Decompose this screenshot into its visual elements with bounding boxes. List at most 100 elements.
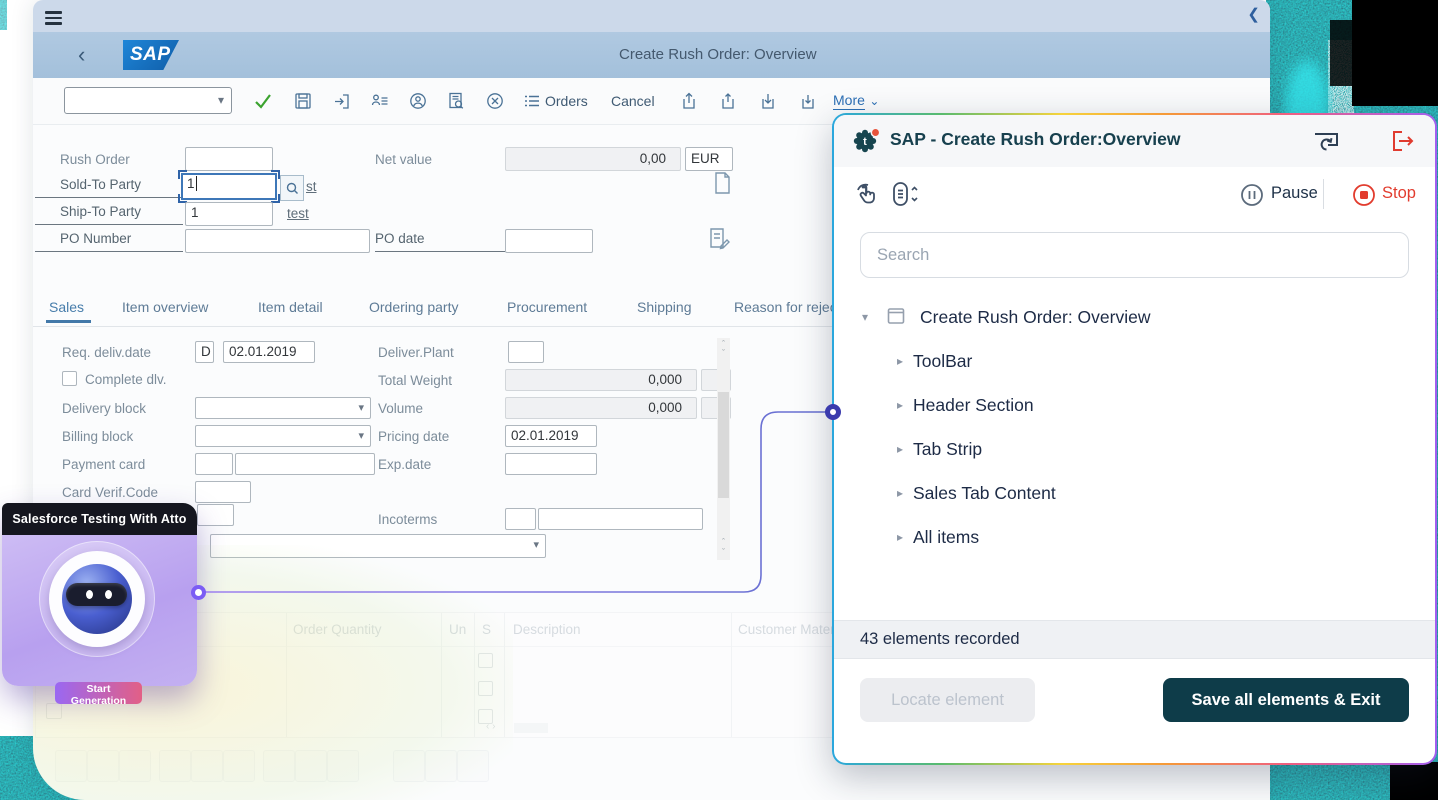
hscroll-left-icon[interactable]: ‹ › bbox=[486, 721, 495, 732]
s-cell-checkbox[interactable] bbox=[478, 681, 493, 696]
pause-icon[interactable] bbox=[1240, 183, 1264, 212]
tree-item-all-items[interactable]: ▸ All items bbox=[834, 521, 1435, 557]
cancel-button[interactable]: Cancel bbox=[611, 93, 655, 109]
sold-to-input[interactable]: 1 bbox=[181, 173, 277, 200]
ghost-toolbar-icon[interactable] bbox=[191, 750, 223, 782]
caret-right-icon[interactable]: ▸ bbox=[897, 442, 903, 456]
delivery-block-select[interactable]: ▾ bbox=[195, 397, 371, 419]
copy-page-icon[interactable] bbox=[711, 170, 733, 203]
share-up-alt-icon[interactable] bbox=[715, 88, 741, 114]
tree-root-row[interactable]: ▾ Create Rush Order: Overview bbox=[834, 301, 1435, 337]
payment-card-number-input[interactable] bbox=[235, 453, 375, 475]
command-combobox[interactable]: ▾ bbox=[64, 87, 232, 114]
robot-eye bbox=[86, 590, 93, 599]
ghost-toolbar-icon[interactable] bbox=[55, 750, 87, 782]
po-number-input[interactable] bbox=[185, 229, 370, 253]
ghost-toolbar-icon[interactable] bbox=[263, 750, 295, 782]
pricing-date-input[interactable]: 02.01.2019 bbox=[505, 425, 597, 447]
chevron-up-icon[interactable]: ˆ bbox=[717, 538, 730, 547]
rush-order-input[interactable] bbox=[185, 147, 273, 171]
po-number-label[interactable]: PO Number bbox=[35, 231, 183, 252]
tree-item-toolbar[interactable]: ▸ ToolBar bbox=[834, 345, 1435, 381]
notes-icon[interactable] bbox=[707, 226, 731, 257]
ghost-toolbar-icon[interactable] bbox=[295, 750, 327, 782]
caret-right-icon[interactable]: ▸ bbox=[897, 398, 903, 412]
person-list-icon[interactable] bbox=[367, 88, 393, 114]
tree-item-header-section[interactable]: ▸ Header Section bbox=[834, 389, 1435, 425]
req-deliv-date-input[interactable]: 02.01.2019 bbox=[223, 341, 315, 363]
chevron-down-icon[interactable]: ˇ bbox=[717, 349, 730, 358]
ghost-toolbar-icon[interactable] bbox=[457, 750, 489, 782]
ghost-toolbar-icon[interactable] bbox=[223, 750, 255, 782]
cancel-circle-icon[interactable] bbox=[482, 88, 508, 114]
caret-right-icon[interactable]: ▸ bbox=[897, 486, 903, 500]
ship-to-input[interactable]: 1 bbox=[185, 202, 273, 226]
hidden-row-input[interactable] bbox=[197, 504, 234, 526]
hamburger-menu-icon[interactable] bbox=[45, 8, 62, 28]
exp-date-input[interactable] bbox=[505, 453, 597, 475]
tree-item-tab-strip[interactable]: ▸ Tab Strip bbox=[834, 433, 1435, 469]
card-verif-code-input[interactable] bbox=[195, 481, 251, 503]
caret-down-icon[interactable]: ▾ bbox=[862, 310, 868, 324]
tap-click-icon[interactable] bbox=[854, 182, 878, 211]
scroll-icon[interactable] bbox=[891, 181, 919, 212]
orders-button[interactable]: Orders bbox=[545, 93, 588, 109]
order-reason-select[interactable]: ▾ bbox=[210, 534, 546, 558]
download-icon[interactable] bbox=[755, 88, 781, 114]
save-icon[interactable] bbox=[290, 88, 316, 114]
hscroll-thumb[interactable] bbox=[514, 723, 548, 733]
ghost-toolbar-icon[interactable] bbox=[119, 750, 151, 782]
collapse-chevron-icon[interactable]: ❮ bbox=[1247, 5, 1260, 23]
more-button[interactable]: More ⌄ bbox=[833, 92, 879, 110]
deliver-plant-input[interactable] bbox=[508, 341, 544, 363]
billing-block-select[interactable]: ▾ bbox=[195, 425, 371, 447]
search-input[interactable] bbox=[860, 232, 1409, 278]
exit-icon[interactable] bbox=[1389, 128, 1415, 159]
payment-card-type-input[interactable] bbox=[195, 453, 233, 475]
tab-ordering-party[interactable]: Ordering party bbox=[369, 299, 458, 315]
tab-item-detail[interactable]: Item detail bbox=[258, 299, 323, 315]
share-up-icon[interactable] bbox=[676, 88, 702, 114]
window-restore-icon[interactable] bbox=[1311, 128, 1341, 159]
confirm-check-icon[interactable] bbox=[250, 88, 276, 114]
incoterms-text-input[interactable] bbox=[538, 508, 703, 530]
tab-shipping[interactable]: Shipping bbox=[637, 299, 692, 315]
s-cell-checkbox[interactable] bbox=[478, 653, 493, 668]
locate-element-button[interactable]: Locate element bbox=[860, 678, 1035, 722]
person-circle-icon[interactable] bbox=[405, 88, 431, 114]
column-order-quantity: Order Quantity bbox=[293, 622, 382, 637]
pause-button[interactable]: Pause bbox=[1271, 184, 1318, 203]
tab-procurement[interactable]: Procurement bbox=[507, 299, 587, 315]
caret-right-icon[interactable]: ▸ bbox=[897, 354, 903, 368]
list-icon[interactable] bbox=[519, 88, 545, 114]
start-generation-button[interactable]: Start Generation bbox=[55, 682, 142, 704]
download-alt-icon[interactable] bbox=[795, 88, 821, 114]
stop-button[interactable]: Stop bbox=[1382, 184, 1416, 203]
document-search-icon[interactable] bbox=[443, 88, 469, 114]
save-all-elements-button[interactable]: Save all elements & Exit bbox=[1163, 678, 1409, 722]
complete-dlv-checkbox[interactable] bbox=[62, 371, 77, 386]
po-date-label[interactable]: PO date bbox=[375, 231, 505, 252]
chevron-down-icon[interactable]: ˇ bbox=[717, 548, 730, 557]
ghost-toolbar-icon[interactable] bbox=[159, 750, 191, 782]
stop-icon[interactable] bbox=[1352, 183, 1376, 212]
sold-to-label[interactable]: Sold-To Party bbox=[35, 177, 183, 198]
sold-to-value-help-button[interactable] bbox=[280, 175, 304, 201]
tab-sales[interactable]: Sales bbox=[49, 299, 84, 315]
ghost-toolbar-icon[interactable] bbox=[425, 750, 457, 782]
req-deliv-type-input[interactable]: D bbox=[195, 341, 214, 363]
tree-item-sales-tab-content[interactable]: ▸ Sales Tab Content bbox=[834, 477, 1435, 513]
ghost-toolbar-icon[interactable] bbox=[327, 750, 359, 782]
enter-icon[interactable] bbox=[329, 88, 355, 114]
row-checkbox[interactable] bbox=[46, 703, 62, 719]
incoterms-code-input[interactable] bbox=[505, 508, 536, 530]
ship-to-label[interactable]: Ship-To Party bbox=[35, 204, 183, 225]
ghost-toolbar-icon[interactable] bbox=[393, 750, 425, 782]
sales-scrollbar[interactable]: ˆ ˇ ˆ ˇ bbox=[717, 338, 730, 560]
po-date-input[interactable] bbox=[505, 229, 593, 253]
tab-item-overview[interactable]: Item overview bbox=[122, 299, 208, 315]
scrollbar-thumb[interactable] bbox=[718, 392, 729, 498]
caret-right-icon[interactable]: ▸ bbox=[897, 530, 903, 544]
back-icon[interactable]: ‹ bbox=[78, 32, 85, 78]
ghost-toolbar-icon[interactable] bbox=[87, 750, 119, 782]
